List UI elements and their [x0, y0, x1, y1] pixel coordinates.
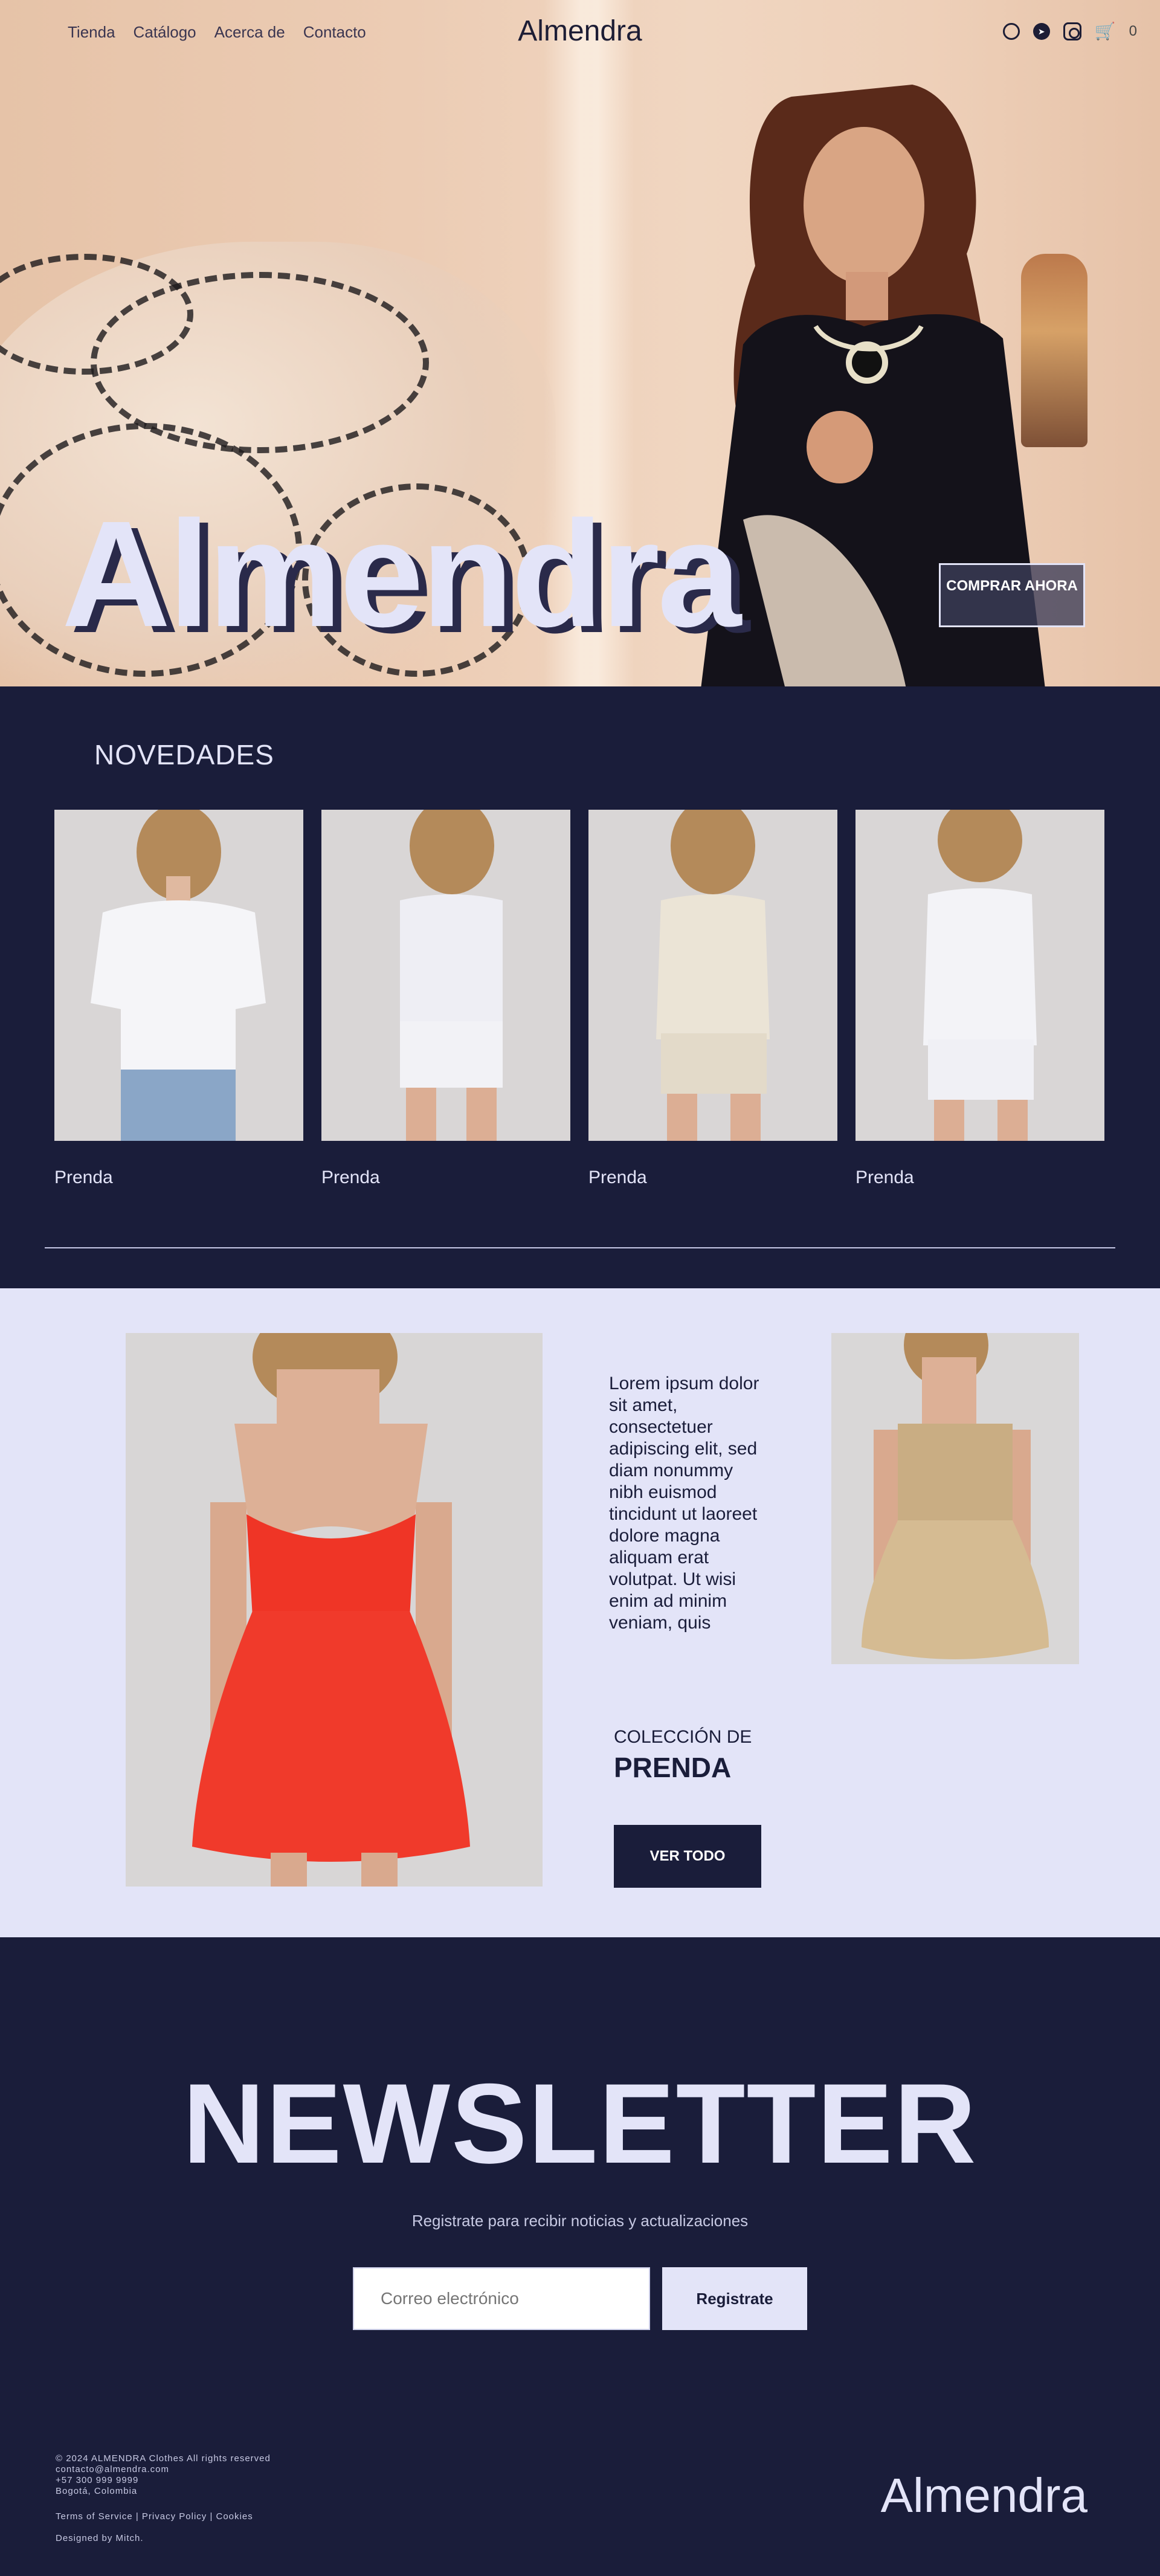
product-label: Prenda [321, 1167, 380, 1187]
featured-red-dress-image[interactable] [126, 1333, 543, 1887]
register-button[interactable]: Registrate [662, 2267, 807, 2330]
cart-icon[interactable]: 🛒 [1095, 22, 1116, 41]
newsletter-subtitle: Registrate para recibir noticias y actua… [411, 2212, 749, 2230]
product-card[interactable]: Prenda [856, 810, 1104, 1188]
footer-copyright: © 2024 ALMENDRA Clothes All rights reser… [56, 2453, 271, 2464]
email-field[interactable] [353, 2267, 650, 2330]
whatsapp-icon[interactable] [1002, 23, 1020, 40]
product-card[interactable]: Prenda [588, 810, 837, 1188]
product-label: Prenda [54, 1167, 113, 1187]
collection-kicker: COLECCIÓN DE [614, 1727, 752, 1747]
nav-icons: ➤ 🛒 0 [1002, 22, 1137, 41]
footer-phone: +57 300 999 9999 [56, 2475, 139, 2485]
new-arrivals-heading: NOVEDADES [94, 739, 274, 770]
collection-section: Lorem ipsum dolor sit amet, consectetuer… [0, 1288, 1160, 1937]
new-arrivals-section: NOVEDADES Prenda Prenda Prenda Prenda [0, 686, 1160, 1288]
footer-city: Bogotá, Colombia [56, 2486, 138, 2496]
brand-logo[interactable]: Almendra [0, 15, 1160, 48]
newsletter-section: NEWSLETTER Registrate para recibir notic… [0, 1937, 1160, 2576]
product-image[interactable] [54, 810, 303, 1141]
top-navigation: Tienda Catálogo Acerca de Contacto Almen… [0, 0, 1160, 63]
footer-credit: Designed by Mitch. [56, 2533, 144, 2543]
footer-legal-links[interactable]: Terms of Service | Privacy Policy | Cook… [56, 2511, 253, 2522]
collection-description: Lorem ipsum dolor sit amet, consectetuer… [609, 1374, 759, 1633]
product-card[interactable]: Prenda [321, 810, 570, 1188]
footer-info: © 2024 ALMENDRA Clothes All rights reser… [56, 2453, 271, 2497]
product-image[interactable] [321, 810, 570, 1141]
featured-gold-dress-image[interactable] [831, 1333, 1079, 1664]
section-divider [45, 1247, 1115, 1248]
collection-name: PRENDA [614, 1752, 732, 1783]
product-card[interactable]: Prenda [54, 810, 303, 1188]
product-image[interactable] [588, 810, 837, 1141]
hero-section: Tienda Catálogo Acerca de Contacto Almen… [0, 0, 1160, 686]
instagram-icon[interactable] [1063, 22, 1081, 40]
cart-count: 0 [1129, 23, 1137, 39]
product-label: Prenda [856, 1167, 914, 1187]
footer-email[interactable]: contacto@almendra.com [56, 2464, 271, 2475]
hero-title: Almendra [62, 489, 741, 658]
newsletter-title: NEWSLETTER [182, 2060, 978, 2187]
product-label: Prenda [588, 1167, 647, 1187]
buy-now-button[interactable]: COMPRAR AHORA [939, 563, 1085, 627]
telegram-icon[interactable]: ➤ [1033, 23, 1050, 40]
footer-brand-logo[interactable]: Almendra [881, 2468, 1088, 2523]
product-image[interactable] [856, 810, 1104, 1141]
see-all-button[interactable]: VER TODO [614, 1825, 761, 1888]
